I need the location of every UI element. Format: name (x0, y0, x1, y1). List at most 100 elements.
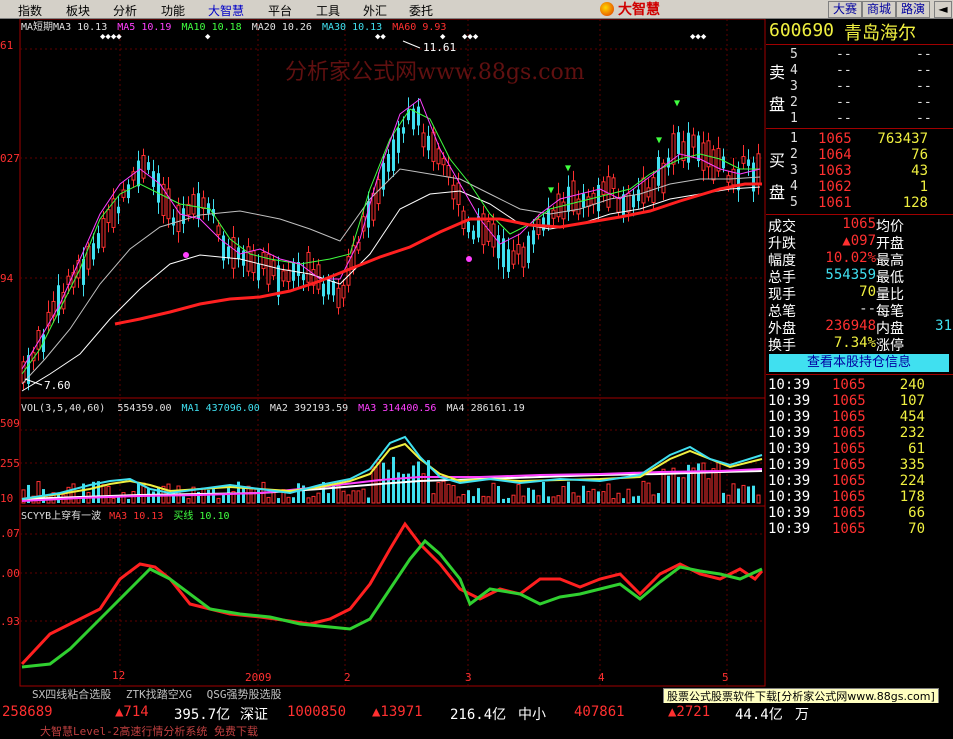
menu-dzh[interactable]: 大智慧 (208, 2, 244, 19)
candlesticks (21, 97, 761, 391)
sell-price[interactable]: -- (836, 47, 852, 62)
x-tick-3: 3 (465, 671, 472, 684)
sell-level: 3 (790, 79, 798, 94)
sc-tick-mid: .00 (0, 567, 20, 580)
svg-text:◆◆: ◆◆ (375, 32, 386, 42)
x-tick-5: 5 (722, 671, 729, 684)
menu-platform[interactable]: 平台 (268, 2, 292, 19)
tick-price: 1065 (832, 425, 866, 441)
tab-ztk[interactable]: ZTK找踏空XG (126, 688, 192, 701)
sell-price[interactable]: -- (836, 95, 852, 110)
tick-time: 10:39 (768, 505, 811, 521)
sh-amount: 395.7亿 (174, 707, 231, 723)
y-tick-mid: 027 (0, 152, 20, 165)
sell-price[interactable]: -- (836, 79, 852, 94)
menu-bar: 指数 板块 分析 功能 大智慧 平台 工具 外汇 委托 大智慧 大赛 商城 路演… (0, 0, 953, 19)
mall-button[interactable]: 商城 (862, 1, 896, 18)
vol-tick-low: 10 (0, 492, 13, 505)
vol-tick-top: 509 (0, 417, 20, 430)
vol-indicator-title: VOL(3,5,40,60) 554359.00 MA1 437096.00 M… (21, 403, 525, 414)
tick-volume: 66 (908, 505, 925, 521)
buy-volume: 128 (902, 195, 928, 211)
buy-volume: 763437 (877, 131, 928, 147)
tick-volume: 61 (908, 441, 925, 457)
buy-label: 买 (769, 151, 786, 170)
tick-price: 1065 (832, 505, 866, 521)
tick-time: 10:39 (768, 409, 811, 425)
quote-value: 7.34% (833, 335, 876, 351)
menu-tools[interactable]: 工具 (316, 2, 340, 19)
sme-index: 407861 (574, 704, 625, 720)
sell-level: 4 (790, 63, 798, 78)
sme-change: ▲2721 (668, 704, 711, 720)
tick-volume: 335 (899, 457, 925, 473)
sz-label[interactable]: 深证 (240, 704, 268, 724)
buy-price[interactable]: 1062 (818, 179, 852, 195)
tick-time: 10:39 (768, 489, 811, 505)
sme-amount: 44.4亿 (735, 707, 783, 723)
buy-level: 4 (790, 179, 798, 194)
scroll-ticker[interactable]: 大智慧Level-2高速行情分析系统 免费下载 (0, 723, 953, 738)
buy-volume: 1 (919, 179, 928, 195)
buy-volume: 43 (911, 163, 928, 179)
tick-price: 1065 (832, 441, 866, 457)
menu-forex[interactable]: 外汇 (363, 2, 387, 19)
tab-qsg[interactable]: QSG强势股选股 (207, 688, 282, 701)
x-tick-2: 2 (344, 671, 351, 684)
sc-tick-low: .93 (0, 615, 20, 628)
brand: 大智慧 (600, 0, 660, 18)
svg-text:▼: ▼ (565, 163, 571, 174)
unit-label: 万 (795, 707, 809, 723)
tick-time: 10:39 (768, 393, 811, 409)
sz-index: 1000850 (287, 704, 347, 720)
quote-label-2: 涨停 (876, 338, 904, 354)
tick-volume: 107 (899, 393, 925, 409)
tick-volume: 70 (908, 521, 925, 537)
buy-price[interactable]: 1065 (818, 131, 852, 147)
y-tick-low: 94 (0, 272, 14, 285)
tick-time: 10:39 (768, 457, 811, 473)
x-tick-2009: 2009 (245, 671, 272, 684)
buy-level: 1 (790, 131, 798, 146)
contest-button[interactable]: 大赛 (828, 1, 862, 18)
buy-label-2: 盘 (769, 183, 786, 202)
sell-label-2: 盘 (769, 95, 786, 114)
buy-price[interactable]: 1064 (818, 147, 852, 163)
sell-level: 1 (790, 111, 798, 126)
tick-volume: 224 (899, 473, 925, 489)
menu-sector[interactable]: 板块 (66, 2, 90, 19)
sell-price[interactable]: -- (836, 111, 852, 126)
x-tick-4: 4 (598, 671, 605, 684)
tick-volume: 240 (899, 377, 925, 393)
hold-info-button[interactable]: 查看本股持仓信息 (769, 354, 949, 372)
menu-analysis[interactable]: 分析 (113, 2, 137, 19)
scroll-left-icon[interactable]: ◄ (934, 1, 952, 18)
high-price-label: 11.61 (423, 41, 456, 54)
tick-time: 10:39 (768, 441, 811, 457)
status-bar: 258689 ▲714 395.7亿 深证 1000850 ▲13971 216… (0, 703, 953, 723)
buy-price[interactable]: 1063 (818, 163, 852, 179)
sell-level: 5 (790, 47, 798, 62)
buy-price[interactable]: 1061 (818, 195, 852, 211)
menu-index[interactable]: 指数 (18, 2, 42, 19)
menu-trade[interactable]: 委托 (409, 2, 433, 19)
tab-sx[interactable]: SX四线粘合选股 (32, 688, 111, 701)
menu-function[interactable]: 功能 (161, 2, 185, 19)
svg-text:▼: ▼ (656, 135, 662, 146)
quote-value: 554359 (825, 267, 876, 283)
roadshow-button[interactable]: 路演 (896, 1, 930, 18)
sell-volume: -- (916, 63, 932, 78)
sell-price[interactable]: -- (836, 63, 852, 78)
kline-chart[interactable]: 61 027 94 509 255 10 .07 .00 .93 MA短期MA3… (0, 19, 766, 705)
svg-text:◆◆◆: ◆◆◆ (462, 32, 479, 42)
tick-price: 1065 (832, 393, 866, 409)
brand-name: 大智慧 (618, 2, 660, 18)
sell-volume: -- (916, 95, 932, 110)
tick-time: 10:39 (768, 377, 811, 393)
tick-volume: 178 (899, 489, 925, 505)
tick-time: 10:39 (768, 521, 811, 537)
quote-panel: 600690 青岛海尔 卖 盘 5 -- -- 4 -- -- 3 -- -- 2 -- -- 1 -- -… (766, 19, 953, 539)
tick-price: 1065 (832, 457, 866, 473)
buy-volume: 76 (911, 147, 928, 163)
sme-label[interactable]: 中小 (518, 704, 546, 724)
